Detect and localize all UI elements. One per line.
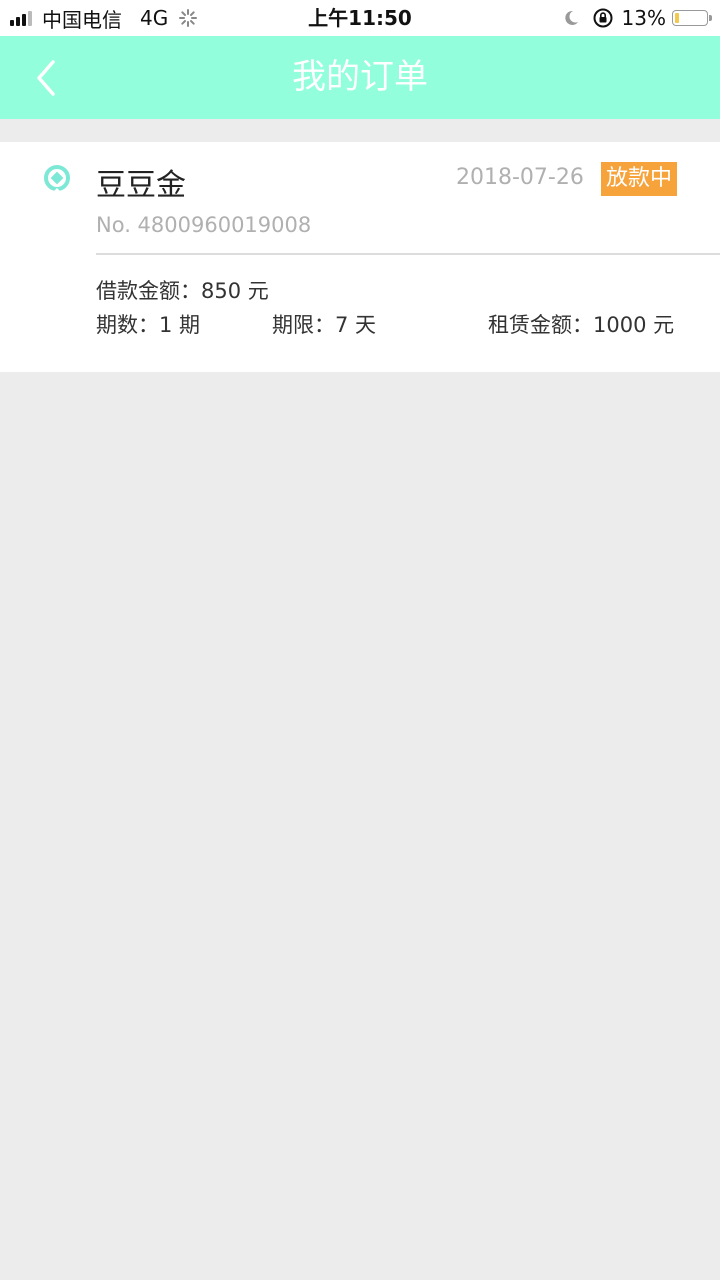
battery-icon bbox=[672, 10, 712, 26]
order-number: No. 4800960019008 bbox=[96, 213, 312, 237]
battery-level bbox=[675, 13, 679, 23]
brand-logo-icon bbox=[44, 165, 70, 191]
moon-icon bbox=[564, 10, 578, 25]
status-right: 13% bbox=[562, 0, 712, 36]
nav-bar: 我的订单 bbox=[0, 36, 720, 119]
divider bbox=[96, 253, 720, 255]
rotation-lock-icon bbox=[593, 8, 613, 28]
status-badge: 放款中 bbox=[601, 162, 677, 196]
page-title: 我的订单 bbox=[292, 57, 428, 97]
loan-amount: 借款金额：850 元 bbox=[96, 279, 269, 303]
lease-amount: 租赁金额：1000 元 bbox=[488, 313, 675, 337]
order-card[interactable]: 豆豆金 2018-07-26 放款中 No. 4800960019008 借款金… bbox=[0, 142, 720, 372]
status-bar: 中国电信 4G 上午11:50 13% bbox=[0, 0, 720, 36]
battery-percent: 13% bbox=[621, 6, 666, 30]
order-date: 2018-07-26 bbox=[456, 165, 584, 190]
product-name: 豆豆金 bbox=[96, 168, 186, 203]
loan-term: 期限：7 天 bbox=[272, 313, 377, 337]
periods: 期数：1 期 bbox=[96, 313, 201, 337]
